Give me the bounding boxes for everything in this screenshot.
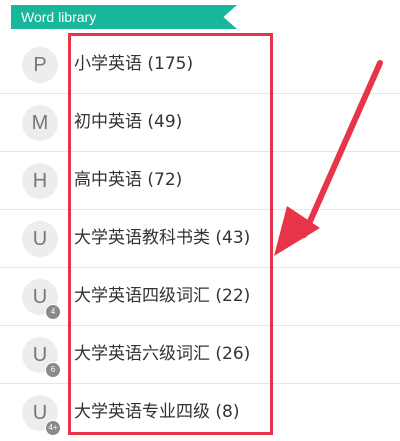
list-item-university-textbooks[interactable]: U 大学英语教科书类 (43) xyxy=(0,210,400,268)
header: Word library xyxy=(0,0,400,36)
avatar-high: H xyxy=(22,163,58,199)
avatar-university: U xyxy=(22,221,58,257)
word-library-list: P 小学英语 (175) M 初中英语 (49) H 高中英语 (72) U 大… xyxy=(0,36,400,441)
list-item-high[interactable]: H 高中英语 (72) xyxy=(0,152,400,210)
word-library-screen: Word library P 小学英语 (175) M 初中英语 (49) H … xyxy=(0,0,400,441)
avatar-primary: P xyxy=(22,47,58,83)
item-label-university-textbooks: 大学英语教科书类 (43) xyxy=(74,228,251,248)
level-badge-6: 6 xyxy=(45,362,61,378)
list-item-cet6[interactable]: U 6 大学英语六级词汇 (26) xyxy=(0,326,400,384)
item-label-cet4: 大学英语四级词汇 (22) xyxy=(74,286,251,306)
list-item-middle[interactable]: M 初中英语 (49) xyxy=(0,94,400,152)
level-badge-4plus: 4+ xyxy=(45,420,61,436)
item-label-primary: 小学英语 (175) xyxy=(74,54,194,74)
item-label-tem4: 大学英语专业四级 (8) xyxy=(74,402,240,422)
library-tag-label: Word library xyxy=(21,9,97,25)
level-badge-4: 4 xyxy=(45,304,61,320)
item-label-cet6: 大学英语六级词汇 (26) xyxy=(74,344,251,364)
item-label-middle: 初中英语 (49) xyxy=(74,112,183,132)
item-label-high: 高中英语 (72) xyxy=(74,170,183,190)
avatar-middle: M xyxy=(22,105,58,141)
list-item-cet4[interactable]: U 4 大学英语四级词汇 (22) xyxy=(0,268,400,326)
list-item-primary[interactable]: P 小学英语 (175) xyxy=(0,36,400,94)
list-item-tem4[interactable]: U 4+ 大学英语专业四级 (8) xyxy=(0,384,400,441)
